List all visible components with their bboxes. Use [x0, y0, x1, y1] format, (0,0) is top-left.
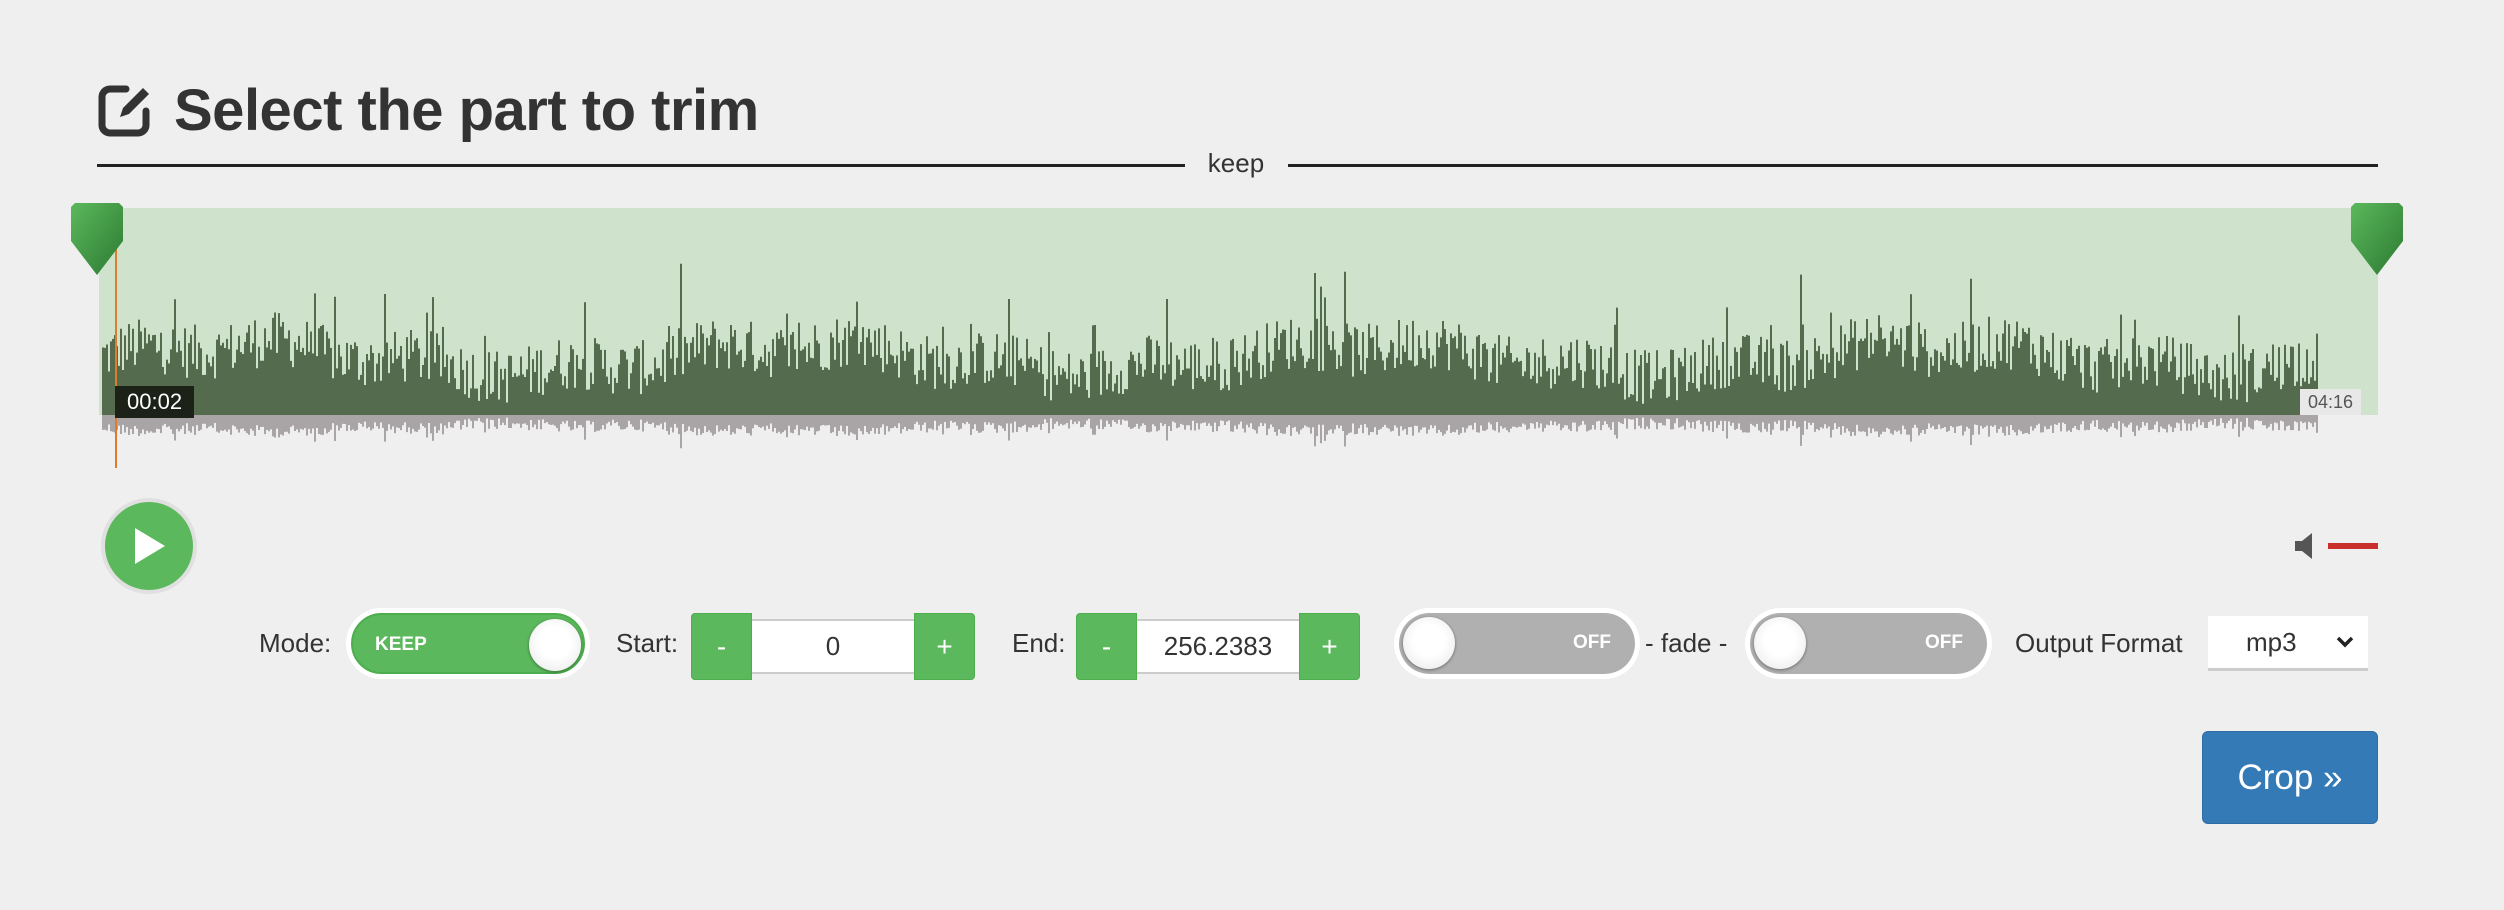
- chevron-down-icon: [2336, 636, 2354, 648]
- start-input[interactable]: [752, 619, 914, 674]
- start-increment-button[interactable]: +: [914, 613, 975, 680]
- waveform-mirror-bars: [102, 415, 2318, 449]
- end-handle[interactable]: [2351, 203, 2403, 275]
- edit-icon: [98, 85, 150, 137]
- output-format-select[interactable]: mp3: [2208, 616, 2368, 671]
- speaker-icon[interactable]: [2295, 533, 2317, 559]
- end-increment-button[interactable]: +: [1299, 613, 1360, 680]
- toggle-knob: [1403, 617, 1455, 669]
- page-header: Select the part to trim: [96, 70, 759, 150]
- divider-right: [1288, 164, 2378, 167]
- start-stepper: - +: [691, 613, 975, 680]
- end-input[interactable]: [1137, 619, 1299, 674]
- mode-toggle[interactable]: KEEP: [351, 613, 585, 674]
- region-label: keep: [1207, 148, 1265, 178]
- fade-label: - fade -: [1645, 628, 1728, 658]
- output-format-label: Output Format: [2015, 628, 2183, 658]
- end-decrement-button[interactable]: -: [1076, 613, 1137, 680]
- waveform[interactable]: [99, 208, 2378, 468]
- volume-slider[interactable]: [2328, 543, 2378, 549]
- fade-in-toggle[interactable]: OFF: [1399, 613, 1635, 674]
- end-stepper: - +: [1076, 613, 1360, 680]
- end-label: End:: [1012, 628, 1066, 658]
- mode-value: KEEP: [375, 634, 427, 655]
- play-icon: [135, 528, 165, 564]
- crop-button[interactable]: Crop »: [2202, 731, 2378, 824]
- divider-left: [97, 164, 1185, 167]
- toggle-knob: [1754, 617, 1806, 669]
- waveform-mirror-path: [102, 415, 2318, 449]
- duration: 04:16: [2300, 389, 2362, 415]
- page-title: Select the part to trim: [174, 77, 759, 143]
- start-decrement-button[interactable]: -: [691, 613, 752, 680]
- start-label: Start:: [616, 628, 679, 658]
- fade-out-toggle[interactable]: OFF: [1750, 613, 1987, 674]
- start-handle[interactable]: [71, 203, 123, 275]
- mode-label: Mode:: [259, 628, 332, 658]
- fade-out-value: OFF: [1925, 632, 1963, 653]
- output-format-value: mp3: [2246, 626, 2297, 657]
- play-button[interactable]: [101, 498, 197, 594]
- fade-in-value: OFF: [1573, 632, 1611, 653]
- current-time: 00:02: [115, 386, 195, 418]
- toggle-knob: [529, 619, 581, 671]
